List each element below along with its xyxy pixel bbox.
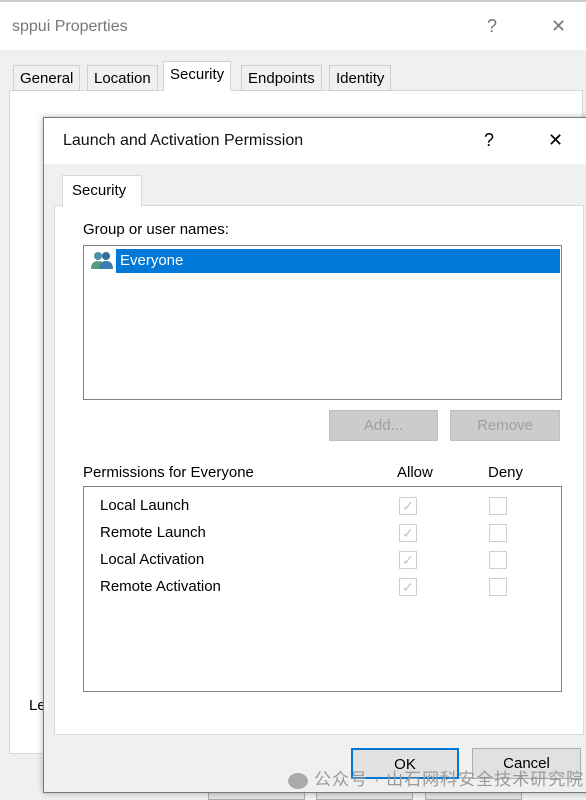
deny-header: Deny: [488, 464, 524, 481]
list-item[interactable]: Everyone: [90, 249, 560, 273]
permission-row: Local Activation ✓: [84, 549, 561, 573]
deny-checkbox[interactable]: [489, 524, 507, 542]
dialog-tab-panel: Group or user names: Everyone Add... Rem…: [54, 205, 584, 735]
allow-checkbox[interactable]: ✓: [399, 497, 417, 515]
dialog-title-bar: Launch and Activation Permission ? ✕: [44, 118, 586, 164]
dialog-title: Launch and Activation Permission: [63, 132, 304, 149]
permission-row: Local Launch ✓: [84, 495, 561, 519]
watermark: 公众号 · 山石网科安全技术研究院: [288, 765, 584, 790]
permission-row: Remote Launch ✓: [84, 522, 561, 546]
dialog-tab-security[interactable]: Security: [62, 175, 142, 207]
users-icon: [90, 250, 116, 272]
permission-name: Local Activation: [100, 551, 205, 568]
user-name: Everyone: [116, 249, 560, 273]
deny-checkbox[interactable]: [489, 578, 507, 596]
user-list[interactable]: Everyone: [83, 245, 562, 400]
tab-security[interactable]: Security: [163, 61, 232, 91]
deny-checkbox[interactable]: [489, 551, 507, 569]
permission-name: Remote Launch: [100, 524, 206, 541]
dialog-help-button[interactable]: ?: [484, 130, 494, 151]
dialog-close-button[interactable]: ✕: [548, 130, 563, 151]
group-label: Group or user names:: [83, 221, 229, 238]
permissions-list: Local Launch ✓ Remote Launch ✓ Local Act…: [83, 486, 562, 692]
tab-endpoints[interactable]: Endpoints: [241, 65, 322, 91]
outer-close-button[interactable]: ✕: [551, 16, 566, 37]
allow-checkbox[interactable]: ✓: [399, 551, 417, 569]
allow-checkbox[interactable]: ✓: [399, 524, 417, 542]
add-button[interactable]: Add...: [329, 410, 438, 441]
allow-header: Allow: [397, 464, 433, 481]
remove-button[interactable]: Remove: [450, 410, 560, 441]
permission-name: Remote Activation: [100, 578, 221, 595]
watermark-text: 公众号 · 山石网科安全技术研究院: [314, 770, 585, 789]
tab-identity[interactable]: Identity: [329, 65, 392, 91]
launch-activation-dialog: Launch and Activation Permission ? ✕ Sec…: [43, 117, 586, 793]
permission-name: Local Launch: [100, 497, 190, 514]
outer-window-title: sppui Properties: [12, 18, 128, 35]
permissions-label: Permissions for Everyone: [83, 464, 254, 481]
permission-row: Remote Activation ✓: [84, 576, 561, 600]
tab-location[interactable]: Location: [87, 65, 158, 91]
tab-general[interactable]: General: [13, 65, 81, 91]
deny-checkbox[interactable]: [489, 497, 507, 515]
outer-help-button[interactable]: ?: [487, 16, 497, 37]
allow-checkbox[interactable]: ✓: [399, 578, 417, 596]
outer-title-bar: sppui Properties ? ✕: [0, 0, 586, 50]
wechat-icon: [288, 772, 308, 789]
